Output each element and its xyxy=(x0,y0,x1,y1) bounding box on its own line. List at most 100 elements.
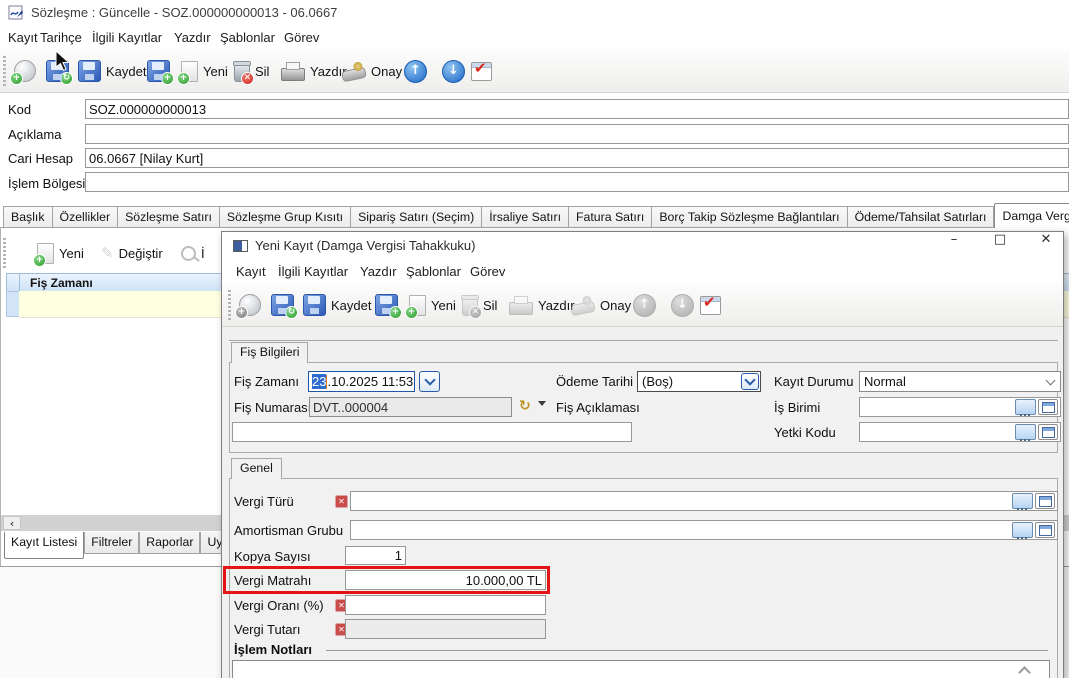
grid-edit-button[interactable]: ✎ Değiştir xyxy=(101,232,163,274)
confirm-button[interactable] xyxy=(471,50,492,92)
islem-notlari-textarea[interactable] xyxy=(232,660,1050,678)
approve-button[interactable]: Onay xyxy=(342,50,402,92)
grid-view-button[interactable]: İ xyxy=(181,232,205,274)
fis-aciklamasi-input[interactable] xyxy=(232,422,632,442)
kopya-sayisi-label: Kopya Sayısı xyxy=(234,549,311,564)
add-button[interactable]: + xyxy=(14,50,36,92)
mini-window-icon xyxy=(1042,402,1055,413)
dialog-menu-gorev[interactable]: Görev xyxy=(468,260,507,284)
dialog-save-button[interactable]: Kaydet xyxy=(303,284,371,326)
dialog-menu-ilgili-kayitlar[interactable]: İlgili Kayıtlar xyxy=(276,260,350,284)
menu-kayit[interactable]: Kayıt xyxy=(6,26,40,50)
tab-baslik[interactable]: Başlık xyxy=(3,206,53,228)
tab-genel[interactable]: Genel xyxy=(231,458,282,479)
stamp-icon xyxy=(570,301,596,317)
yetki-kodu-quick-entry-button[interactable] xyxy=(1038,424,1058,440)
tab-sozlesme-grup-kisiti[interactable]: Sözleşme Grup Kısıtı xyxy=(220,206,351,228)
dialog-minimize-button[interactable]: – xyxy=(938,232,970,260)
dialog-menu-sablonlar[interactable]: Şablonlar xyxy=(404,260,463,284)
fis-zamani-input[interactable]: 23 .10.2025 11:53 xyxy=(308,371,415,392)
odeme-tarihi-dropdown-button[interactable] xyxy=(741,373,759,390)
dialog-toolbar: + ↻ Kaydet + + Yeni ✕ Sil Yazdır xyxy=(222,284,1063,327)
floppy-plus-icon: + xyxy=(375,294,398,316)
tab-siparis-satiri-secim[interactable]: Sipariş Satırı (Seçim) xyxy=(351,206,482,228)
menu-sablonlar[interactable]: Şablonlar xyxy=(218,26,277,50)
menu-tarihce[interactable]: Tarihçe xyxy=(38,26,84,50)
tab-fis-bilgileri[interactable]: Fiş Bilgileri xyxy=(231,342,308,363)
floppy-refresh-icon: ↻ xyxy=(271,294,294,316)
dialog-maximize-button[interactable]: □ xyxy=(984,232,1016,260)
mini-window-icon xyxy=(1039,525,1052,536)
scroll-left-button[interactable]: ‹ xyxy=(3,516,21,530)
bottom-tab-filtreler[interactable]: Filtreler xyxy=(84,532,139,554)
aciklama-input[interactable] xyxy=(85,124,1069,144)
dialog-close-button[interactable]: ✕ xyxy=(1030,232,1062,260)
save-new-button[interactable]: + xyxy=(147,50,170,92)
dialog-toolbar-drag-handle[interactable] xyxy=(228,290,231,320)
amortisman-grubu-lookup-button[interactable]: ... xyxy=(1012,522,1033,538)
dialog-print-button[interactable]: Yazdır xyxy=(509,284,575,326)
menu-yazdir[interactable]: Yazdır xyxy=(172,26,213,50)
dialog-menu-kayit[interactable]: Kayıt xyxy=(234,260,268,284)
dialog-add-button[interactable]: + xyxy=(239,284,261,326)
tab-ozellikler[interactable]: Özellikler xyxy=(53,206,119,228)
vergi-turu-quick-entry-button[interactable] xyxy=(1035,493,1055,509)
dialog-approve-button[interactable]: Onay xyxy=(571,284,631,326)
cari-hesap-input[interactable] xyxy=(85,148,1069,168)
yetki-kodu-lookup-button[interactable]: ... xyxy=(1015,424,1036,440)
is-birimi-lookup-button[interactable]: ... xyxy=(1015,399,1036,415)
new-button[interactable]: + Yeni xyxy=(181,50,228,92)
vergi-matrahi-input[interactable] xyxy=(345,570,546,590)
dialog-new-button[interactable]: + Yeni xyxy=(409,284,456,326)
dialog-save-new-button[interactable]: + xyxy=(375,284,398,326)
dialog-move-down-button[interactable]: ↓ xyxy=(671,284,694,326)
move-down-button[interactable]: ↓ xyxy=(442,50,465,92)
chevron-down-icon xyxy=(424,374,435,385)
tab-irsaliye-satiri[interactable]: İrsaliye Satırı xyxy=(482,206,569,228)
dialog-save-continue-button[interactable]: ↻ xyxy=(271,284,294,326)
amortisman-grubu-quick-entry-button[interactable] xyxy=(1035,522,1055,538)
tab-borc-takip-sozlesme-baglantilari[interactable]: Borç Takip Sözleşme Bağlantıları xyxy=(652,206,847,228)
vergi-tutari-input[interactable] xyxy=(345,619,546,639)
vergi-orani-input[interactable] xyxy=(345,595,546,615)
fis-zamani-dropdown-button[interactable] xyxy=(419,371,440,392)
bottom-tab-kayit-listesi[interactable]: Kayıt Listesi xyxy=(4,532,84,559)
amortisman-grubu-input[interactable] xyxy=(350,520,1058,540)
kopya-sayisi-input[interactable] xyxy=(345,546,406,565)
grid-view-label: İ xyxy=(201,246,205,261)
grid-row-selector[interactable] xyxy=(6,291,20,317)
grid-toolbar-drag-handle[interactable] xyxy=(3,238,6,270)
toolbar-drag-handle[interactable] xyxy=(3,56,6,86)
islem-bolgesi-input[interactable] xyxy=(85,172,1069,192)
dialog-confirm-button[interactable] xyxy=(700,284,721,326)
vergi-turu-lookup-button[interactable]: ... xyxy=(1012,493,1033,509)
dialog-menu-yazdir[interactable]: Yazdır xyxy=(358,260,399,284)
print-button[interactable]: Yazdır xyxy=(281,50,347,92)
chevron-down-icon xyxy=(1046,376,1056,386)
is-birimi-label: İş Birimi xyxy=(774,400,820,415)
menu-gorev[interactable]: Görev xyxy=(282,26,321,50)
kod-input[interactable] xyxy=(85,99,1069,119)
is-birimi-quick-entry-button[interactable] xyxy=(1038,399,1058,415)
required-icon: ✕ xyxy=(335,495,348,508)
save-button[interactable]: Kaydet xyxy=(78,50,146,92)
tab-fatura-satiri[interactable]: Fatura Satırı xyxy=(569,206,652,228)
renumber-icon[interactable]: ↻ xyxy=(519,396,531,416)
vergi-turu-input[interactable] xyxy=(350,491,1058,511)
move-up-button[interactable]: ↑ xyxy=(404,50,427,92)
renumber-dropdown-icon[interactable] xyxy=(538,401,546,406)
kayit-durumu-label: Kayıt Durumu xyxy=(774,374,853,389)
tab-damga-vergisi-tahakkuklari[interactable]: Damga Vergisi Tahakkukları xyxy=(994,203,1069,228)
kayit-durumu-select[interactable]: Normal xyxy=(859,371,1061,392)
fis-numarasi-input[interactable] xyxy=(309,397,512,417)
dialog-delete-button[interactable]: ✕ Sil xyxy=(462,284,497,326)
bottom-tab-raporlar[interactable]: Raporlar xyxy=(139,532,200,554)
kayit-durumu-value: Normal xyxy=(864,374,906,389)
dialog-move-up-button[interactable]: ↑ xyxy=(633,284,656,326)
grid-new-button[interactable]: + Yeni xyxy=(37,232,84,274)
tab-odeme-tahsilat-satirlari[interactable]: Ödeme/Tahsilat Satırları xyxy=(848,206,995,228)
menu-ilgili-kayitlar[interactable]: İlgili Kayıtlar xyxy=(90,26,164,50)
delete-button[interactable]: ✕ Sil xyxy=(234,50,269,92)
tab-sozlesme-satiri[interactable]: Sözleşme Satırı xyxy=(118,206,220,228)
dialog-titlebar[interactable]: Yeni Kayıt (Damga Vergisi Tahakkuku) – □… xyxy=(222,232,1063,260)
